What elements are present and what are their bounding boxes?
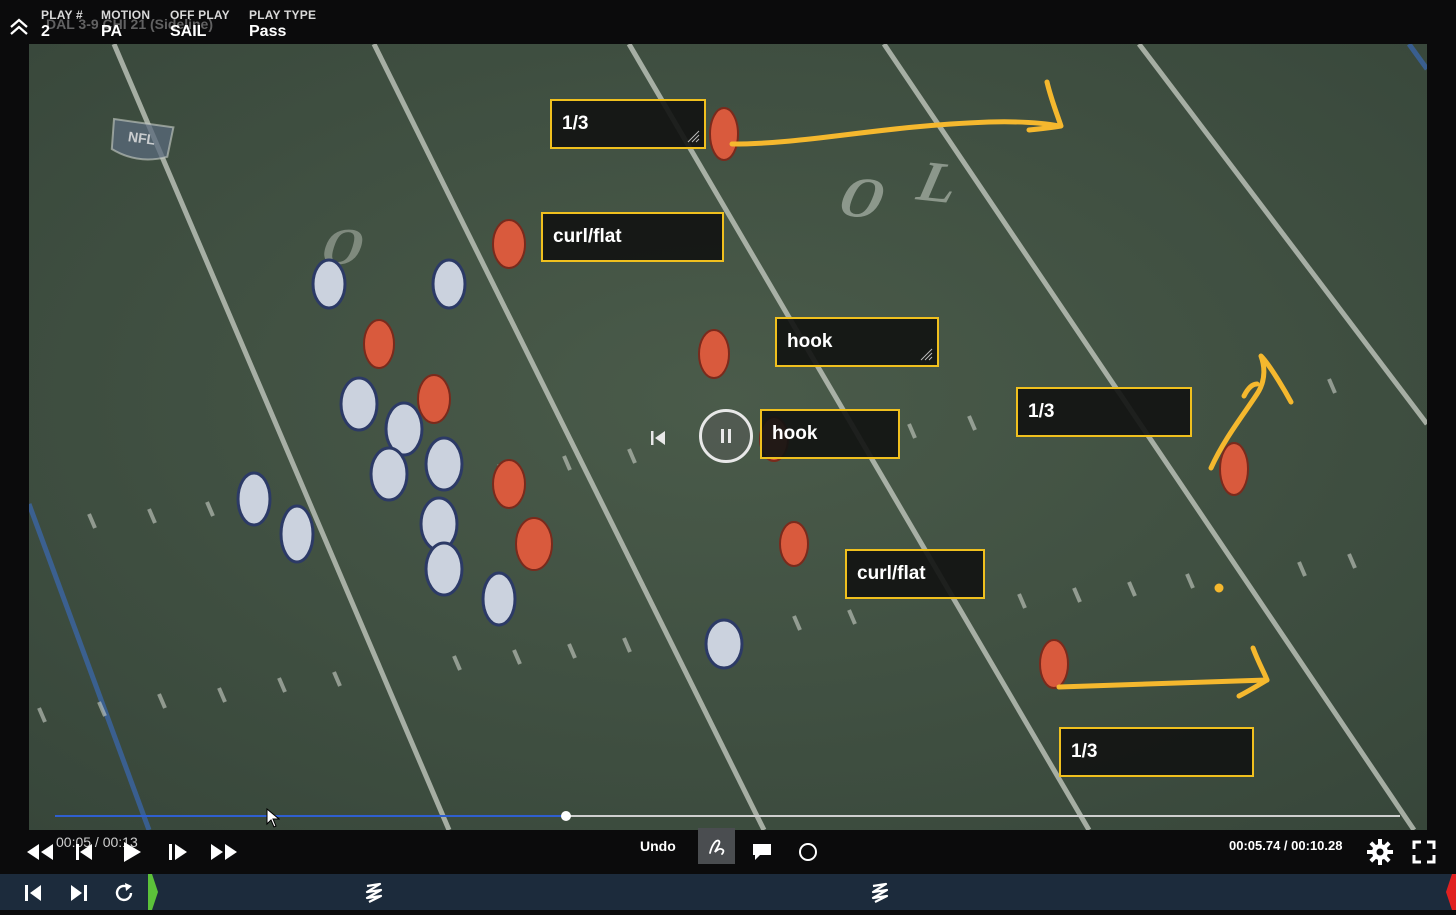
step-back-button[interactable]	[72, 836, 98, 868]
video-left-rail	[0, 44, 29, 830]
fast-forward-icon	[211, 844, 237, 860]
squiggle-icon	[365, 882, 383, 903]
resize-grip-icon[interactable]	[919, 347, 933, 361]
annotation-box[interactable]: curl/flat	[541, 212, 724, 262]
annotation-text: 1/3	[562, 113, 589, 134]
step-forward-icon	[169, 844, 187, 860]
play-info-header: DAL 3-9 CHI 21 (Sideline) PLAY # 2 MOTIO…	[0, 0, 1456, 44]
clip-end-marker[interactable]	[1446, 874, 1456, 910]
annotation-text: hook	[787, 331, 833, 352]
fullscreen-icon	[1412, 840, 1436, 864]
gear-icon	[1367, 839, 1393, 865]
motion-field: MOTION PA	[101, 8, 150, 42]
replay-icon	[115, 883, 133, 902]
rewind-button[interactable]	[24, 836, 56, 868]
annotation-box[interactable]: 1/3	[1059, 727, 1254, 777]
play-number-field: PLAY # 2	[41, 8, 83, 42]
mouse-cursor-icon	[266, 808, 280, 828]
annotation-text: 1/3	[1028, 401, 1055, 422]
play-type-label: PLAY TYPE	[249, 8, 317, 22]
telestration-marker[interactable]	[868, 877, 892, 909]
playback-controls: 00:05 / 00:13 Undo 00:05.74 / 00:10.28	[0, 828, 1456, 874]
progress-scrubber[interactable]	[55, 811, 1400, 821]
circle-tool-button[interactable]	[796, 836, 820, 868]
annotation-box[interactable]: hook	[775, 317, 939, 367]
play-number-label: PLAY #	[41, 8, 83, 22]
next-clip-button[interactable]	[66, 877, 92, 909]
annotation-box[interactable]: 1/3	[550, 99, 706, 149]
telestration-marker[interactable]	[362, 877, 386, 909]
comment-icon	[753, 844, 771, 860]
off-play-label: OFF PLAY	[170, 8, 230, 22]
annotation-box[interactable]: hook	[760, 409, 900, 459]
video-right-rail	[1427, 44, 1456, 830]
undo-button[interactable]: Undo	[640, 838, 676, 854]
collapse-button[interactable]	[6, 14, 32, 40]
settings-button[interactable]	[1364, 836, 1396, 868]
off-play-value: SAIL	[170, 23, 207, 40]
fast-forward-button[interactable]	[207, 836, 241, 868]
pen-draw-icon	[708, 839, 724, 855]
clip-start-marker[interactable]	[148, 874, 158, 910]
rewind-icon	[27, 844, 53, 860]
play-type-field: PLAY TYPE Pass	[249, 8, 316, 42]
play-icon	[124, 842, 141, 862]
replay-button[interactable]	[111, 877, 137, 909]
timecode-display: 00:05.74 / 00:10.28	[1229, 838, 1343, 853]
play-type-value: Pass	[249, 23, 287, 40]
annotation-text: hook	[772, 423, 818, 444]
resize-grip-icon[interactable]	[686, 129, 700, 143]
draw-tool-button[interactable]	[698, 828, 735, 864]
annotation-text: 1/3	[1071, 741, 1098, 762]
off-play-field: OFF PLAY SAIL	[170, 8, 230, 42]
restart-clip-button[interactable]	[648, 428, 668, 448]
circle-tool-icon	[799, 843, 817, 861]
comment-tool-button[interactable]	[750, 836, 774, 868]
annotation-text: curl/flat	[553, 226, 622, 247]
pause-icon	[721, 429, 724, 443]
skip-next-icon	[71, 885, 87, 901]
step-back-icon	[76, 844, 92, 860]
play-number-value: 2	[41, 23, 50, 40]
play-button[interactable]	[118, 836, 146, 868]
annotation-text: curl/flat	[857, 563, 926, 584]
step-forward-button[interactable]	[165, 836, 191, 868]
skip-to-start-icon	[651, 431, 665, 445]
pause-button[interactable]	[699, 409, 753, 463]
motion-value: PA	[101, 23, 123, 40]
squiggle-icon	[871, 882, 889, 903]
annotation-box[interactable]: 1/3	[1016, 387, 1192, 437]
chevron-up-double-icon	[10, 18, 28, 35]
fullscreen-button[interactable]	[1410, 836, 1438, 868]
annotation-box[interactable]: curl/flat	[845, 549, 985, 599]
previous-clip-button[interactable]	[20, 877, 46, 909]
playlist-bar	[0, 874, 1456, 910]
skip-previous-icon	[25, 885, 41, 901]
motion-label: MOTION	[101, 8, 151, 22]
progress-fill	[55, 815, 567, 817]
